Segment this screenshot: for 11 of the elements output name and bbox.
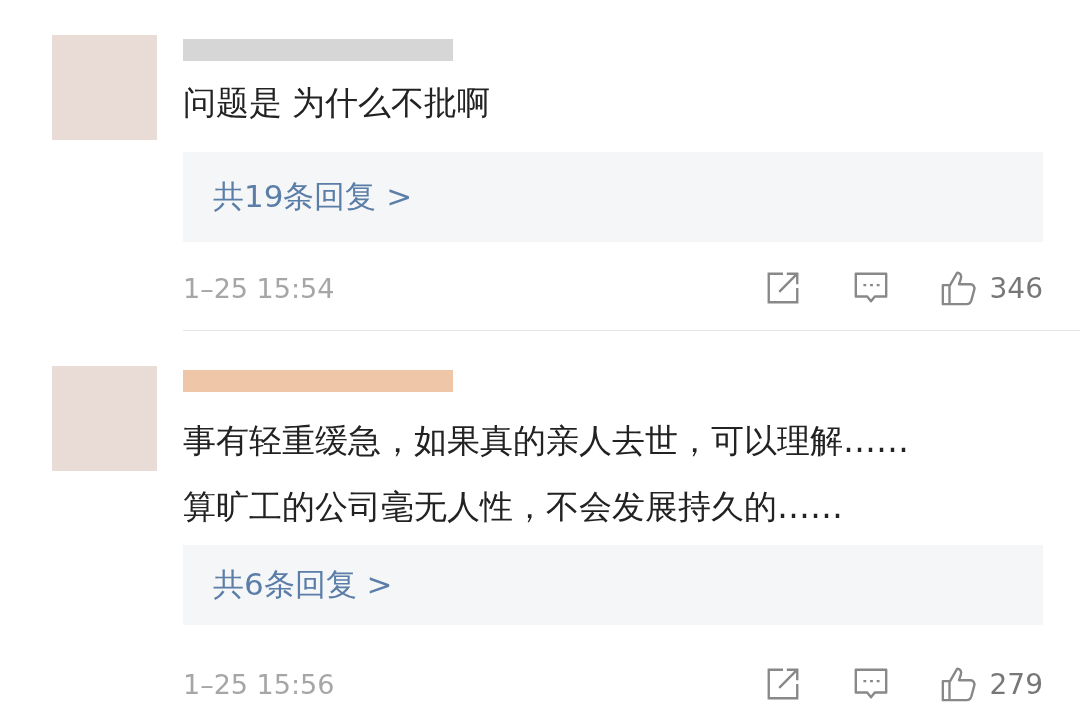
comment-time: 1–25 15:54 [183, 272, 335, 304]
replies-link[interactable]: 共19条回复 > [183, 152, 1043, 242]
comment-text: 算旷工的公司毫无人性，不会发展持久的…… [183, 486, 844, 528]
like-count: 346 [989, 271, 1043, 305]
comment-text: 问题是 为什么不批啊 [183, 82, 492, 124]
thumbs-up-icon[interactable] [939, 269, 978, 307]
comment-time: 1–25 15:56 [183, 668, 335, 700]
replies-link[interactable]: 共6条回复 > [183, 545, 1043, 625]
like-count: 279 [989, 667, 1043, 701]
thumbs-up-icon[interactable] [939, 665, 978, 703]
comment-text: 事有轻重缓急，如果真的亲人去世，可以理解…… [183, 420, 910, 462]
